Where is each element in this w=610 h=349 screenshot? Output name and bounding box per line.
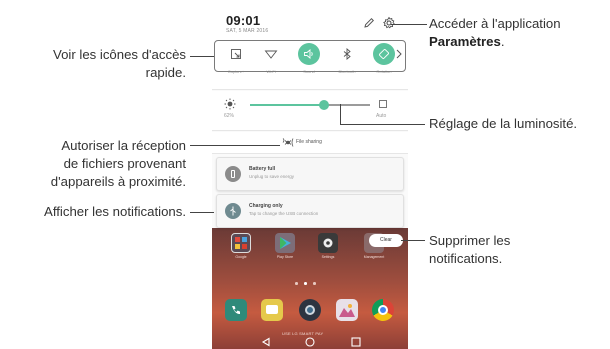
file-sharing-row[interactable]: File sharing — [212, 132, 408, 154]
edit-pencil-icon[interactable] — [362, 16, 376, 30]
brightness-panel: 62% Auto — [212, 91, 408, 131]
notification-title: Battery full — [249, 166, 276, 172]
google-folder-icon[interactable] — [231, 233, 251, 253]
quick-settings-highlight — [214, 40, 406, 72]
callout-line-settings — [391, 24, 427, 25]
brightness-sun-icon — [224, 98, 236, 110]
notification-subtitle: Unplug to save energy — [249, 174, 295, 179]
brightness-slider-track[interactable] — [250, 104, 370, 106]
callout-clear: Supprimer les notifications. — [429, 233, 511, 266]
phone-app-icon[interactable] — [225, 299, 247, 321]
settings-app-icon[interactable] — [318, 233, 338, 253]
clear-notifications-button[interactable]: Clear — [369, 234, 403, 247]
auto-brightness-label: Auto — [376, 113, 387, 119]
chrome-app-icon[interactable] — [372, 299, 394, 321]
app-label: Management — [363, 255, 385, 259]
brightness-percent: 62% — [224, 113, 235, 119]
page-indicator-dot — [295, 282, 298, 285]
file-sharing-icon — [282, 138, 294, 147]
messaging-app-icon[interactable] — [261, 299, 283, 321]
callout-notifications: Afficher les notifications. — [44, 204, 186, 219]
navigation-bar — [261, 337, 361, 347]
callout-brightness: Réglage de la luminosité. — [429, 116, 578, 131]
notification-card[interactable]: Battery full Unplug to save energy — [216, 157, 404, 191]
callout-line-brightness — [340, 124, 425, 125]
settings-gear-icon[interactable] — [382, 16, 396, 30]
callout-line-quick-access — [190, 56, 214, 57]
home-icon — [305, 337, 315, 347]
callout-line-notifications — [190, 212, 214, 213]
app-label: Google — [235, 255, 247, 259]
file-sharing-label: File sharing — [296, 139, 322, 145]
brightness-slider-fill — [250, 104, 325, 106]
page-indicator-dot-active — [304, 282, 307, 285]
callout-settings: Accéder à l'application Paramètres. — [429, 16, 561, 49]
app-label: Play Store — [276, 255, 294, 259]
callout-quick-access: Voir les icônes d'accès rapide. — [53, 47, 186, 80]
notification-subtitle: Tap to change the USB connection — [249, 211, 319, 216]
battery-icon — [225, 166, 241, 182]
notification-card[interactable]: Charging only Tap to change the USB conn… — [216, 194, 404, 228]
gallery-app-icon[interactable] — [336, 299, 358, 321]
usb-icon — [225, 203, 241, 219]
recents-icon — [351, 337, 361, 347]
notification-title: Charging only — [249, 203, 283, 209]
app-label: Settings — [321, 255, 335, 259]
brightness-slider-thumb[interactable] — [319, 100, 330, 110]
callout-line-brightness-vertical — [340, 104, 341, 125]
camera-app-icon[interactable] — [299, 299, 321, 321]
auto-brightness-checkbox[interactable] — [379, 100, 387, 108]
callout-line-file-sharing — [190, 145, 280, 146]
clock: 09:01 — [226, 13, 261, 28]
play-store-icon[interactable] — [275, 233, 295, 253]
page-indicator-dot — [313, 282, 316, 285]
date: SAT, 5 MAR 2016 — [226, 28, 269, 34]
callout-file-sharing: Autoriser la réception de fichiers prove… — [50, 138, 186, 189]
back-icon — [261, 337, 270, 347]
callout-line-clear — [401, 240, 425, 241]
phone-screen: 09:01 SAT, 5 MAR 2016 Capture+ Wi-Fi Sou… — [212, 4, 408, 349]
